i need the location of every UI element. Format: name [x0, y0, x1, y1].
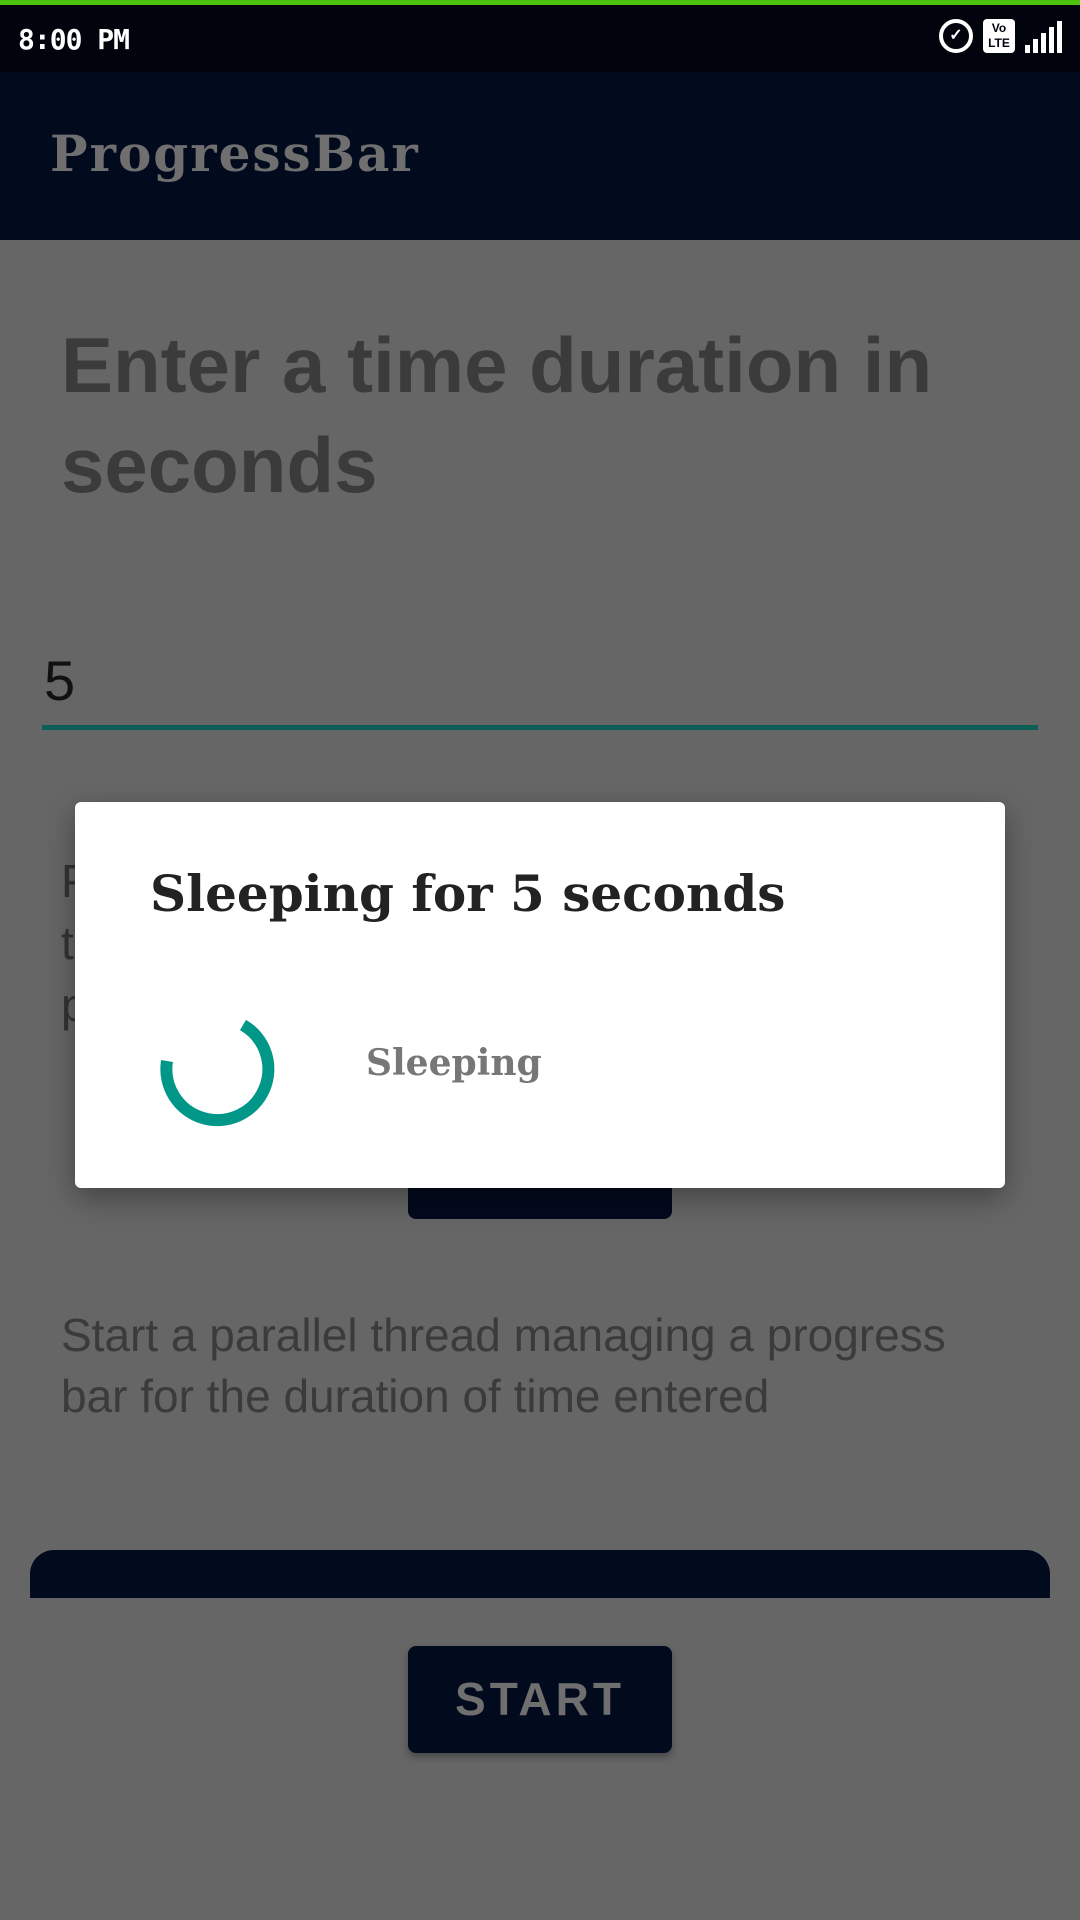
duration-input-value: 5 [44, 649, 76, 712]
alarm-icon: ✓ [939, 19, 973, 53]
app-bar: ProgressBar [0, 72, 1080, 240]
loading-spinner-icon [160, 1019, 275, 1127]
start-button[interactable]: START [408, 1646, 672, 1753]
status-bar: 8:00 PM ✓ Vo LTE [0, 5, 1080, 72]
duration-input[interactable]: 5 [42, 640, 1038, 730]
volte-icon: Vo LTE [983, 19, 1015, 53]
app-title: ProgressBar [50, 124, 420, 183]
page-heading: Enter a time duration in seconds [61, 321, 933, 509]
progress-dialog: Sleeping for 5 seconds Sleeping [75, 802, 1005, 1188]
dialog-title: Sleeping for 5 seconds [150, 864, 786, 923]
dialog-message: Sleeping [366, 1042, 542, 1084]
signal-icon [1025, 19, 1062, 53]
progress-bar [30, 1550, 1050, 1598]
status-time: 8:00 PM [18, 23, 130, 56]
thread-description: Start a parallel thread managing a progr… [61, 1309, 946, 1422]
